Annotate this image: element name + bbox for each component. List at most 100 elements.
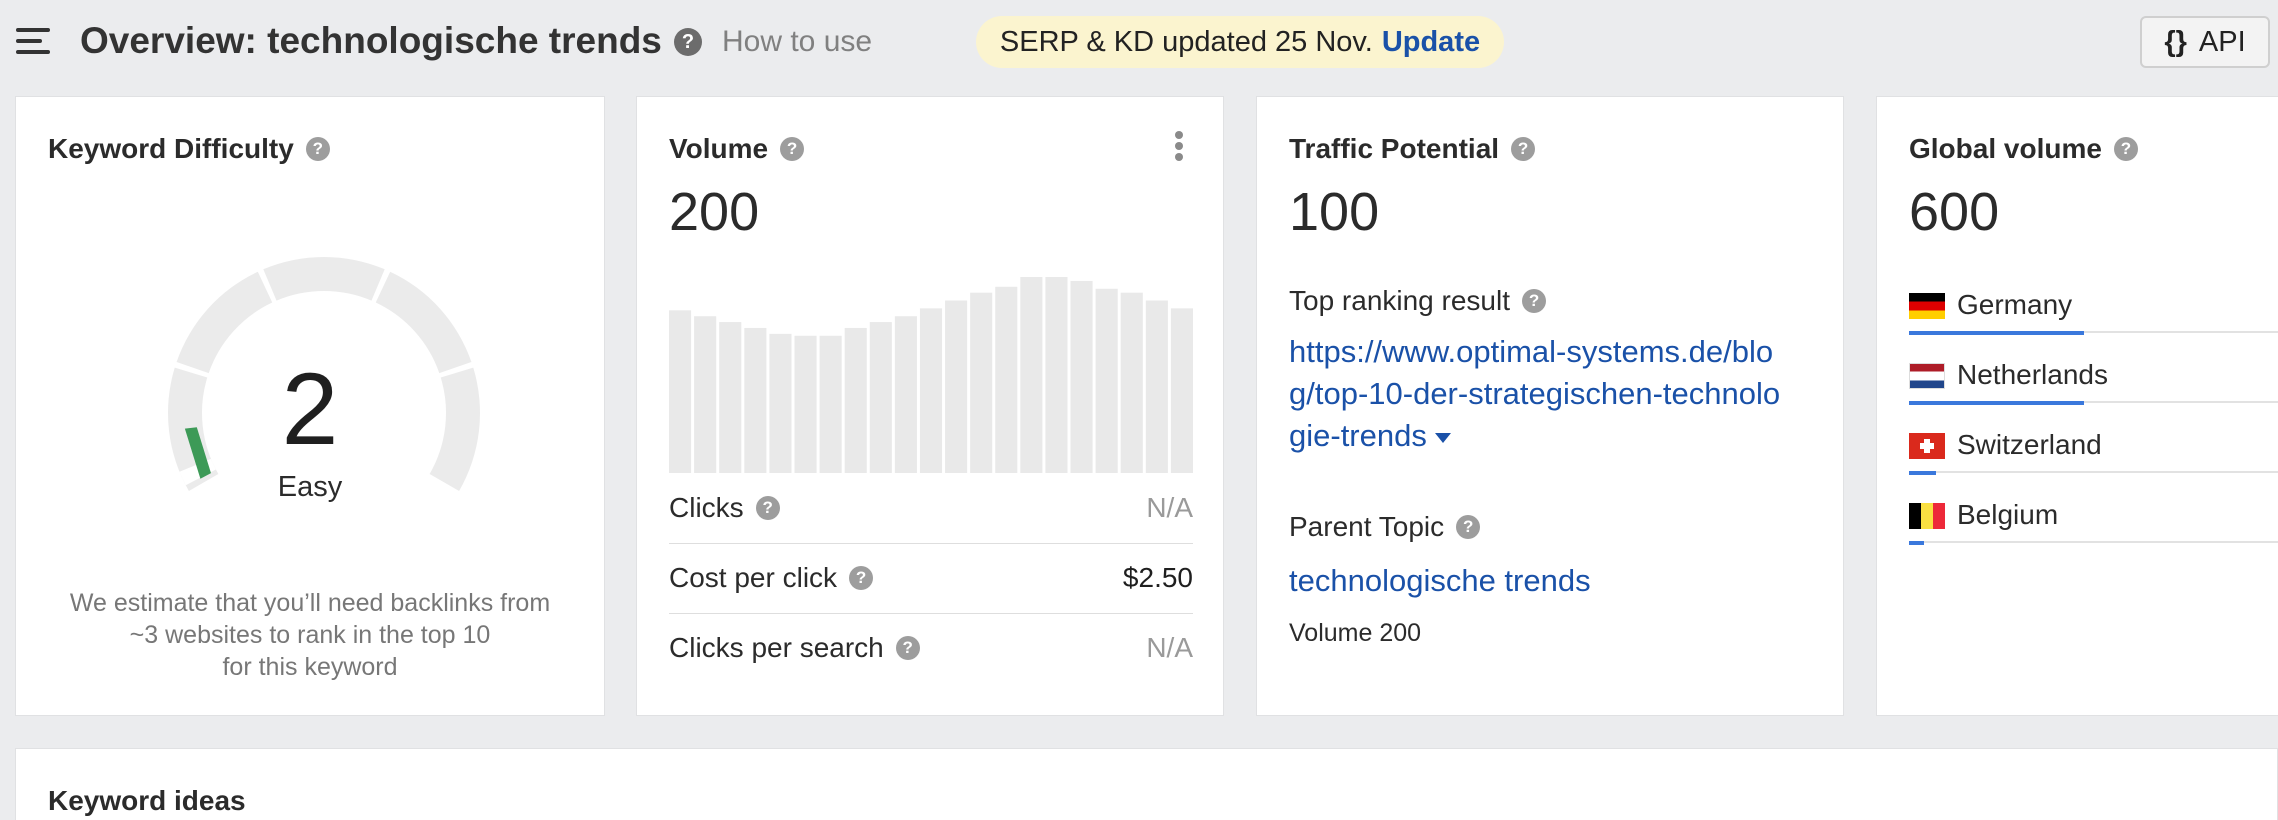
share-bar — [1909, 541, 1925, 545]
switzerland-flag-icon — [1909, 433, 1945, 459]
update-notice: SERP & KD updated 25 Nov. Update — [976, 16, 1504, 68]
clicks-per-search-value: N/A — [1146, 632, 1193, 663]
menu-icon[interactable] — [16, 28, 50, 54]
country-row-switzerland[interactable]: Switzerland — [1909, 403, 2278, 475]
trend-bar — [869, 322, 892, 473]
how-to-use-label: How to use — [722, 25, 873, 58]
top-bar: Overview: technologische trends ? How to… — [0, 0, 2278, 84]
traffic-value: 100 — [1289, 182, 1380, 242]
clicks-per-search-label: Clicks per search — [669, 632, 884, 663]
country-name: Belgium — [1957, 499, 2059, 530]
help-icon[interactable]: ? — [1456, 515, 1481, 539]
cpc-label: Cost per click — [669, 562, 838, 593]
trend-bar — [945, 300, 968, 473]
how-to-use-link[interactable]: ? How to use — [674, 25, 872, 59]
kd-note-line: ~3 websites to rank in the top 10 — [129, 621, 491, 649]
braces-icon: {} — [2164, 25, 2187, 58]
trend-bar — [1095, 288, 1118, 473]
clicks-row: Clicks? N/A — [669, 473, 1193, 543]
country-row-netherlands[interactable]: Netherlands — [1909, 333, 2278, 405]
parent-topic-heading: Parent Topic ? — [1289, 511, 1481, 543]
caret-down-icon[interactable] — [1434, 432, 1451, 443]
trend-bar — [970, 292, 993, 473]
traffic-title: Traffic Potential — [1289, 133, 1500, 164]
trend-bar — [794, 335, 817, 473]
clicks-per-search-row: Clicks per search? N/A — [669, 613, 1193, 683]
clicks-label: Clicks — [669, 492, 744, 523]
trend-bar — [1045, 277, 1068, 473]
country-name: Netherlands — [1957, 359, 2108, 390]
trend-bar — [995, 286, 1018, 473]
volume-trend-chart — [669, 277, 1193, 473]
api-button-label: API — [2198, 25, 2246, 58]
netherlands-flag-icon — [1909, 363, 1945, 389]
help-icon[interactable]: ? — [895, 636, 920, 660]
belgium-flag-icon — [1909, 503, 1945, 529]
keyword-difficulty-card: Keyword Difficulty ? 2 Easy We estimate … — [15, 96, 605, 716]
help-icon[interactable]: ? — [780, 137, 805, 161]
germany-flag-icon — [1909, 293, 1945, 319]
trend-bar — [819, 335, 842, 473]
help-icon[interactable]: ? — [849, 566, 874, 590]
parent-topic-volume: Volume 200 — [1289, 619, 1422, 647]
kd-note-line: for this keyword — [222, 653, 398, 681]
keyword-ideas-panel: Keyword ideas — [15, 748, 2278, 820]
help-icon[interactable]: ? — [2113, 137, 2138, 161]
trend-bar — [744, 327, 767, 473]
trend-bar — [719, 322, 742, 473]
keyword-ideas-title: Keyword ideas — [48, 785, 246, 816]
volume-value: 200 — [669, 182, 760, 242]
trend-bar — [1070, 280, 1093, 473]
update-link[interactable]: Update — [1382, 26, 1480, 59]
country-row-germany[interactable]: Germany — [1909, 263, 2278, 335]
help-icon[interactable]: ? — [305, 137, 330, 161]
clicks-value: N/A — [1146, 492, 1193, 523]
country-row-belgium[interactable]: Belgium — [1909, 473, 2278, 545]
country-name: Germany — [1957, 289, 2073, 320]
url-line: https://www.optimal-systems.de/blo — [1289, 334, 1774, 369]
kd-note-line: We estimate that you’ll need backlinks f… — [69, 589, 551, 617]
trend-bar — [694, 316, 717, 473]
trend-bar — [1170, 308, 1193, 473]
volume-title: Volume — [669, 133, 769, 164]
trend-bar — [769, 333, 792, 473]
trend-bar — [919, 308, 943, 473]
global-volume-card: Global volume ? 600 Germany Netherlands … — [1876, 96, 2278, 716]
question-icon: ? — [674, 28, 702, 56]
card-title: Traffic Potential ? — [1289, 133, 1536, 165]
kd-rating-label: Easy — [277, 471, 343, 503]
parent-topic-label: Parent Topic — [1289, 511, 1445, 542]
top-result-url[interactable]: https://www.optimal-systems.de/blo g/top… — [1289, 331, 1829, 457]
kd-estimate-note: We estimate that you’ll need backlinks f… — [46, 587, 574, 683]
trend-bar — [1020, 277, 1043, 473]
global-volume-value: 600 — [1909, 182, 2000, 242]
cpc-row: Cost per click? $2.50 — [669, 543, 1193, 613]
top-result-label: Top ranking result — [1289, 285, 1511, 316]
help-icon[interactable]: ? — [1522, 289, 1547, 313]
trend-bar — [1145, 300, 1168, 473]
top-result-heading: Top ranking result ? — [1289, 285, 1547, 317]
country-name: Switzerland — [1957, 429, 2102, 460]
card-title: Volume ? — [669, 133, 805, 165]
url-line: g/top-10-der-strategischen-technolo — [1289, 376, 1781, 411]
help-icon[interactable]: ? — [755, 496, 780, 520]
trend-bar — [894, 316, 917, 473]
traffic-potential-card: Traffic Potential ? 100 Top ranking resu… — [1256, 96, 1844, 716]
cpc-value: $2.50 — [1122, 562, 1193, 593]
global-volume-title: Global volume — [1909, 133, 2102, 164]
api-button[interactable]: {} API — [2140, 16, 2270, 68]
trend-bar — [669, 310, 692, 473]
url-line: gie-trends — [1289, 418, 1427, 453]
kd-score: 2 — [281, 352, 339, 466]
parent-topic-link[interactable]: technologische trends — [1289, 563, 1591, 599]
more-options-icon[interactable] — [1175, 131, 1183, 161]
kd-title: Keyword Difficulty — [48, 133, 294, 164]
volume-card: Volume ? 200 Clicks? N/A Cost per click?… — [636, 96, 1224, 716]
card-title: Keyword Difficulty ? — [48, 133, 330, 165]
help-icon[interactable]: ? — [1511, 137, 1536, 161]
update-notice-text: SERP & KD updated 25 Nov. — [999, 25, 1373, 58]
page-title: Overview: technologische trends — [80, 20, 662, 61]
trend-bar — [844, 327, 867, 473]
trend-bar — [1120, 292, 1143, 473]
card-title: Global volume ? — [1909, 133, 2138, 165]
